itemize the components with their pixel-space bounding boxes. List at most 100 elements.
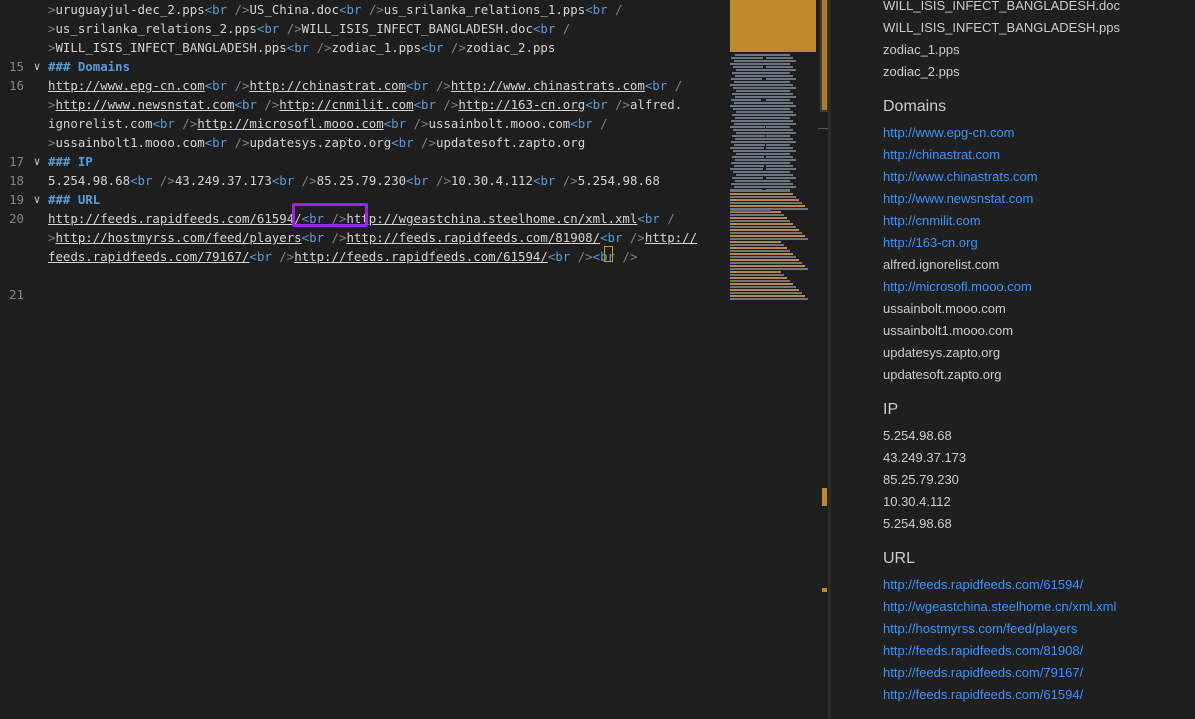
domain-link[interactable]: http://microsofl.mooo.com — [883, 276, 1032, 298]
minimap-line — [766, 102, 793, 104]
minimap-line — [730, 214, 784, 216]
minimap-line — [766, 69, 796, 71]
code-token: > — [622, 97, 630, 112]
line-code: 5.254.98.68<br />43.249.37.173<br />85.2… — [48, 171, 660, 190]
code-token: <br — [600, 230, 630, 245]
minimap-slider[interactable] — [822, 0, 827, 110]
line-code: >http://hostmyrss.com/feed/players<br />… — [48, 228, 697, 247]
code-token: feeds.rapidfeeds.com/79167/ — [48, 249, 250, 264]
code-token: / — [562, 21, 571, 36]
code-editor[interactable]: >uruguayjul-dec_2.pps<br />US_China.doc<… — [0, 0, 728, 719]
code-token: > — [309, 173, 317, 188]
editor-line[interactable]: >http://www.newsnstat.com<br />http://cn… — [0, 95, 728, 114]
minimap-line — [730, 256, 796, 258]
domain-link[interactable]: http://www.newsnstat.com — [883, 188, 1033, 210]
file-list-item: zodiac_2.pps — [883, 64, 960, 79]
ip-item: 5.254.98.68 — [883, 516, 952, 531]
code-token: <br — [585, 2, 616, 17]
code-token: / — [600, 116, 608, 131]
code-token: > — [324, 40, 332, 55]
minimap-line — [730, 168, 763, 170]
selection-highlight-box — [292, 203, 368, 227]
editor-line[interactable]: >us_srilanka_relations_2.pps<br />WILL_I… — [0, 19, 728, 38]
chevron-down-icon[interactable]: ∨ — [30, 190, 44, 209]
code-token: US_China.doc — [249, 2, 339, 17]
minimap-line — [734, 165, 764, 167]
editor-line[interactable]: >uruguayjul-dec_2.pps<br />US_China.doc<… — [0, 0, 728, 19]
line-code: >WILL_ISIS_INFECT_BANGLADESH.pps<br />zo… — [48, 38, 555, 57]
code-token: updatesoft.zapto.org — [435, 135, 586, 150]
code-token: / — [234, 135, 242, 150]
url-link[interactable]: http://feeds.rapidfeeds.com/61594/ — [883, 574, 1083, 596]
domains-heading: Domains — [883, 98, 947, 115]
minimap-line — [766, 90, 790, 92]
code-token: <br — [130, 173, 160, 188]
minimap-line — [731, 183, 768, 185]
minimap-line — [730, 292, 802, 294]
editor-line[interactable] — [0, 266, 728, 285]
url-link[interactable]: http://feeds.rapidfeeds.com/81908/ — [883, 640, 1083, 662]
code-token: <br — [204, 135, 235, 150]
scrollbar-marker — [822, 488, 827, 506]
minimap[interactable] — [728, 0, 818, 719]
code-token: <br — [383, 116, 414, 131]
editor-line[interactable]: 21 — [0, 285, 728, 304]
url-link[interactable]: http://feeds.rapidfeeds.com/79167/ — [883, 662, 1083, 684]
editor-line[interactable]: 17 ∨ ### IP — [0, 152, 728, 171]
code-token: / — [622, 249, 630, 264]
code-token: / — [674, 78, 683, 93]
code-token: / — [413, 116, 422, 131]
editor-line[interactable]: >http://hostmyrss.com/feed/players<br />… — [0, 228, 728, 247]
minimap-line — [736, 132, 766, 134]
url-link[interactable]: http://hostmyrss.com/feed/players — [883, 618, 1077, 640]
minimap-line — [733, 150, 770, 152]
minimap-line — [766, 111, 793, 113]
url-link[interactable]: http://wgeastchina.steelhome.cn/xml.xml — [883, 596, 1116, 618]
code-token: / — [615, 97, 623, 112]
code-token: <br — [256, 21, 287, 36]
editor-line[interactable]: >ussainbolt1.mooo.com<br />updatesys.zap… — [0, 133, 728, 152]
editor-line[interactable]: feeds.rapidfeeds.com/79167/<br />http://… — [0, 247, 728, 266]
line-number: 19 — [9, 192, 24, 207]
domain-link[interactable]: http://cnmilit.com — [883, 210, 981, 232]
minimap-line — [730, 265, 805, 267]
line-code: >ussainbolt1.mooo.com<br />updatesys.zap… — [48, 133, 585, 152]
minimap-line — [730, 289, 799, 291]
code-token: 85.25.79.230 — [316, 173, 407, 188]
code-token: <br — [152, 116, 183, 131]
minimap-line — [732, 72, 768, 74]
editor-line[interactable]: 18 5.254.98.68<br />43.249.37.173<br />85… — [0, 171, 728, 190]
chevron-down-icon[interactable]: ∨ — [30, 152, 44, 171]
minimap-line — [766, 132, 796, 134]
url-link[interactable]: http://feeds.rapidfeeds.com/61594/ — [883, 684, 1083, 706]
minimap-line — [766, 72, 790, 74]
markdown-preview[interactable]: WILL_ISIS_INFECT_BANGLADESH.doc WILL_ISIS… — [831, 0, 1195, 719]
minimap-line — [766, 129, 793, 131]
code-token: > — [167, 173, 175, 188]
code-token: / — [615, 2, 623, 17]
editor-line[interactable]: >WILL_ISIS_INFECT_BANGLADESH.pps<br />zo… — [0, 38, 728, 57]
minimap-line — [730, 268, 808, 270]
line-number: 20 — [9, 211, 24, 226]
code-token: <br — [338, 2, 369, 17]
domain-text: alfred.ignorelist.com — [883, 257, 1000, 272]
domain-link[interactable]: http://163-cn.org — [883, 232, 978, 254]
code-token: alfred. — [629, 97, 683, 112]
code-token: <br — [204, 78, 235, 93]
code-token: 43.249.37.173 — [174, 173, 272, 188]
code-token: ### URL — [48, 192, 101, 207]
editor-line[interactable]: ignorelist.com<br />http://microsofl.moo… — [0, 114, 728, 133]
domain-link[interactable]: http://www.chinastrats.com — [883, 166, 1038, 188]
domain-text: ussainbolt.mooo.com — [883, 301, 1006, 316]
minimap-line — [730, 226, 796, 228]
domain-link[interactable]: http://www.epg-cn.com — [883, 122, 1015, 144]
domain-link[interactable]: http://chinastrat.com — [883, 144, 1000, 166]
minimap-line — [766, 84, 793, 86]
code-token: ### IP — [48, 154, 93, 169]
editor-line[interactable]: 15 ∨ ### Domains — [0, 57, 728, 76]
minimap-line — [766, 180, 790, 182]
code-token: WILL_ISIS_INFECT_BANGLADESH.pps — [55, 40, 287, 55]
chevron-down-icon[interactable]: ∨ — [30, 57, 44, 76]
editor-line[interactable]: 16 http://www.epg-cn.com<br />http://chin… — [0, 76, 728, 95]
code-token: ussainbolt.mooo.com — [428, 116, 571, 131]
